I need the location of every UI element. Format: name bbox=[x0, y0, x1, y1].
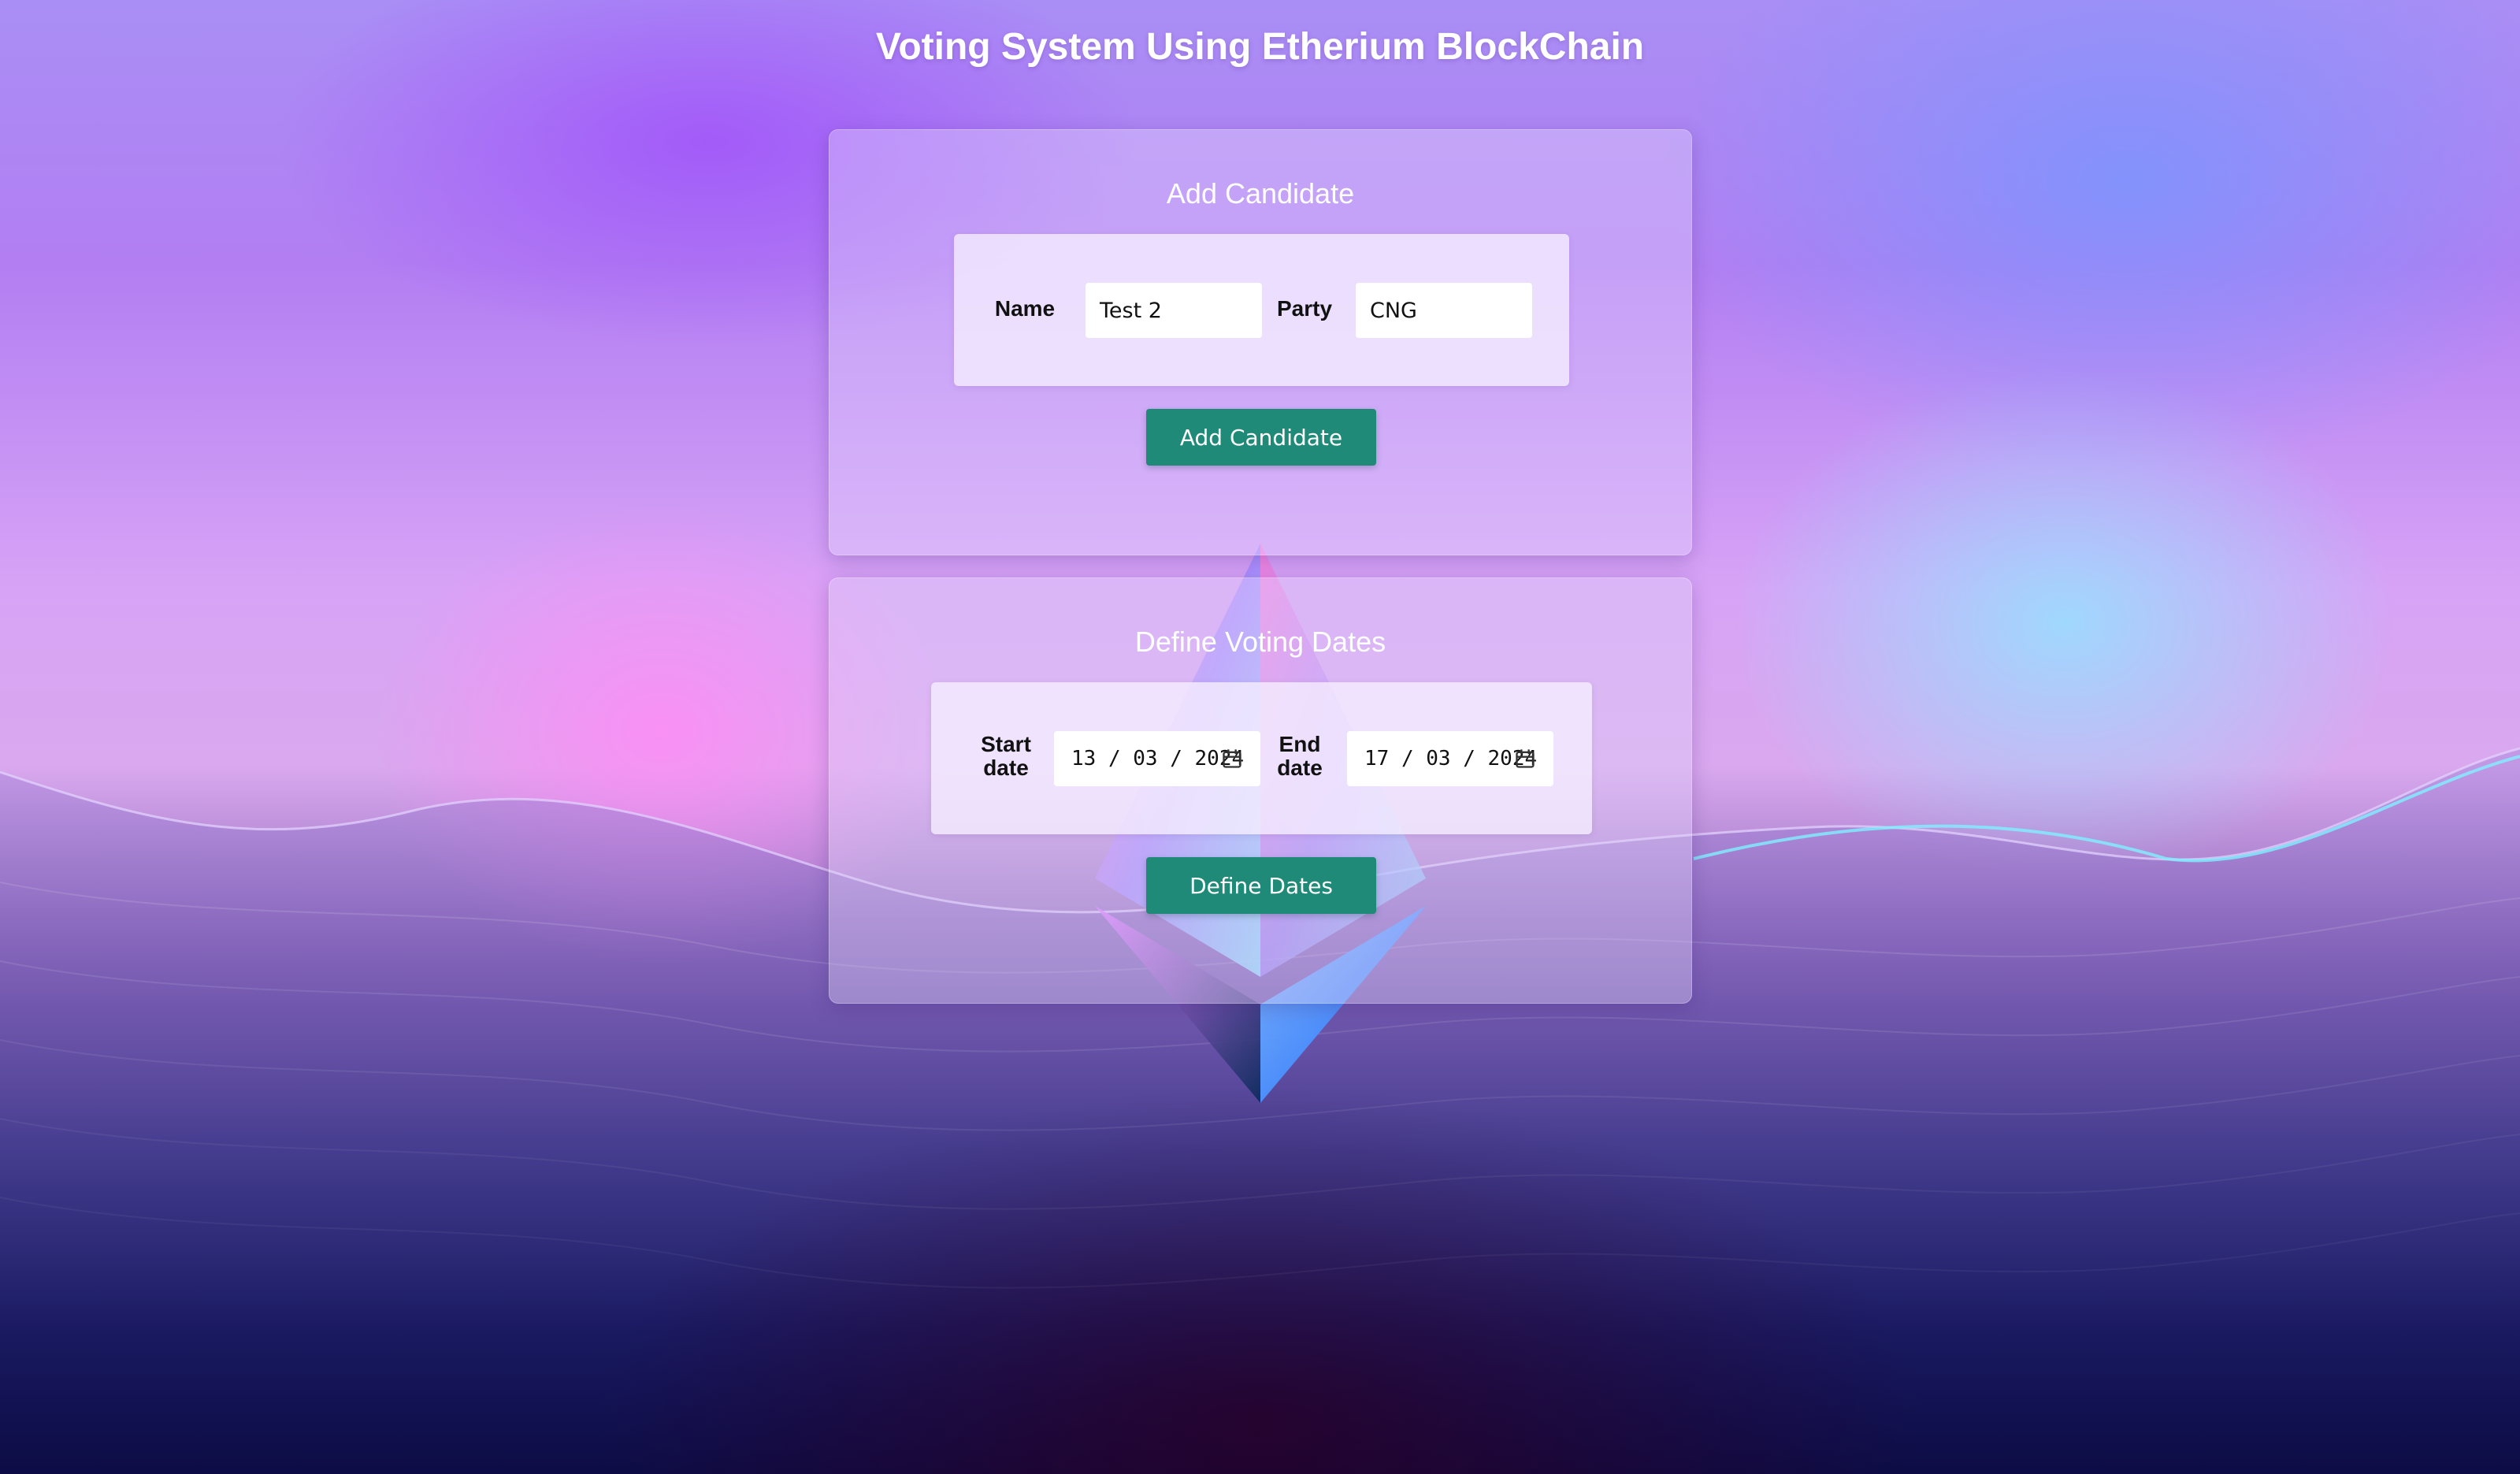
end-date-label: End date bbox=[1264, 733, 1335, 780]
start-date-value: 13 / 03 / 2024 bbox=[1071, 747, 1245, 770]
calendar-icon[interactable] bbox=[1221, 748, 1243, 770]
party-input[interactable]: CNG bbox=[1356, 283, 1532, 338]
name-input[interactable]: Test 2 bbox=[1086, 283, 1262, 338]
add-candidate-title: Add Candidate bbox=[1166, 177, 1355, 210]
voting-dates-card: Define Voting Dates Start date 13 / 03 /… bbox=[829, 577, 1692, 1004]
page-title: Voting System Using Etherium BlockChain bbox=[875, 26, 1645, 68]
name-label: Name bbox=[994, 296, 1056, 321]
end-date-label-line1: End bbox=[1279, 732, 1321, 756]
add-candidate-form: Name Test 2 Party CNG bbox=[954, 234, 1569, 386]
calendar-icon[interactable] bbox=[1514, 748, 1536, 770]
define-dates-button[interactable]: Define Dates bbox=[1146, 857, 1376, 914]
end-date-label-line2: date bbox=[1277, 756, 1323, 780]
start-date-label-line2: date bbox=[983, 756, 1029, 780]
start-date-label-line1: Start bbox=[981, 732, 1031, 756]
end-date-input[interactable]: 17 / 03 / 2024 bbox=[1347, 731, 1553, 786]
start-date-label: Start date bbox=[971, 733, 1041, 780]
add-candidate-button[interactable]: Add Candidate bbox=[1146, 409, 1376, 466]
end-date-value: 17 / 03 / 2024 bbox=[1364, 747, 1538, 770]
voting-dates-form: Start date 13 / 03 / 2024 End date 17 / … bbox=[931, 682, 1592, 834]
add-candidate-card: Add Candidate Name Test 2 Party CNG Add … bbox=[829, 129, 1692, 555]
party-label: Party bbox=[1276, 296, 1333, 321]
start-date-input[interactable]: 13 / 03 / 2024 bbox=[1054, 731, 1260, 786]
voting-dates-title: Define Voting Dates bbox=[1134, 626, 1386, 658]
